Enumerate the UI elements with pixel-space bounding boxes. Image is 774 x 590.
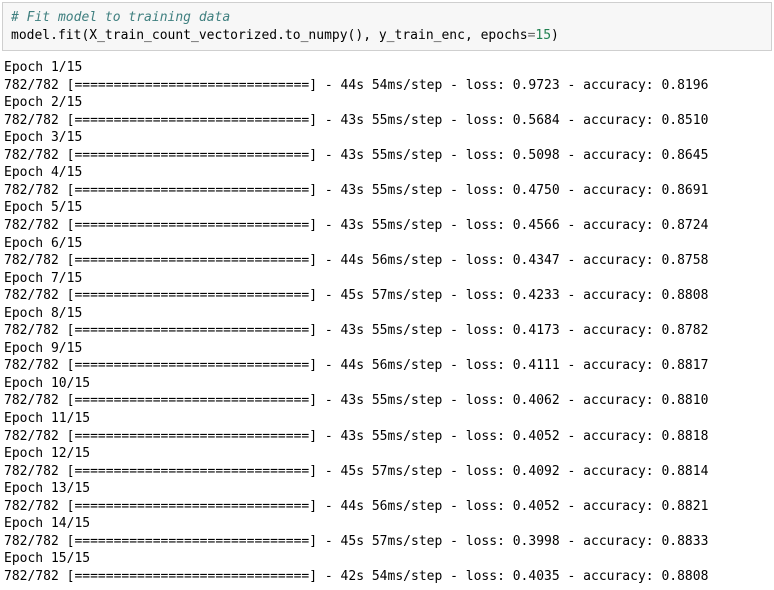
output-area: Epoch 1/15 782/782 [====================… bbox=[2, 59, 772, 587]
code-call: model.fit(X_train_count_vectorized.to_nu… bbox=[11, 28, 528, 43]
code-call-end: ) bbox=[551, 28, 559, 43]
code-cell: # Fit model to training data model.fit(X… bbox=[2, 2, 772, 51]
code-comment: # Fit model to training data bbox=[11, 10, 230, 25]
code-epochs: 15 bbox=[535, 28, 551, 43]
